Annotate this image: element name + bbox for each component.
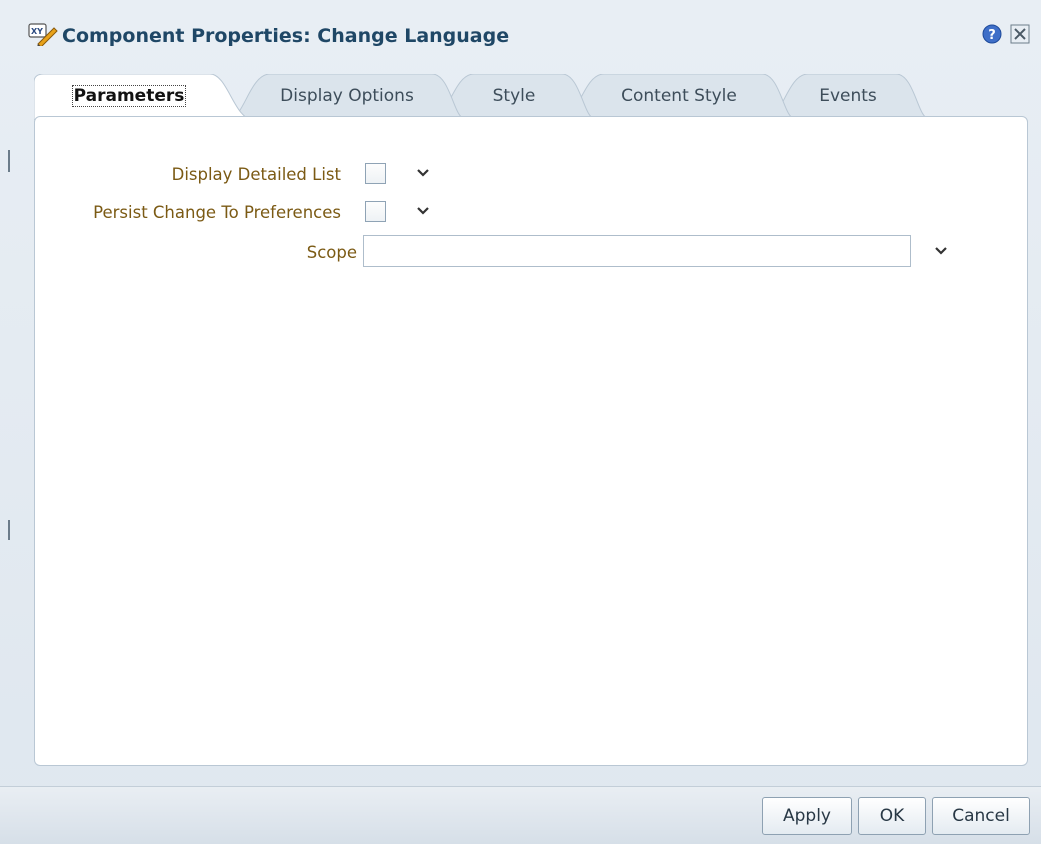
help-icon[interactable]: ? <box>982 24 1002 44</box>
ok-button[interactable]: OK <box>858 797 926 835</box>
title-bar: XY Component Properties: Change Language… <box>22 12 1041 58</box>
apply-button[interactable]: Apply <box>762 797 852 835</box>
tab-content-style[interactable]: Content Style <box>564 74 794 118</box>
close-icon[interactable] <box>1010 24 1030 44</box>
cancel-button[interactable]: Cancel <box>932 797 1030 835</box>
edge-artifact <box>8 150 10 172</box>
edit-properties-icon: XY <box>28 23 58 46</box>
display-detailed-list-label: Display Detailed List <box>171 165 341 184</box>
persist-change-row: Persist Change To Preferences <box>35 199 1027 225</box>
scope-row: Scope <box>35 239 365 265</box>
display-detailed-list-row: Display Detailed List <box>35 161 1027 187</box>
chevron-down-icon[interactable] <box>415 165 431 181</box>
scope-input[interactable] <box>363 235 911 267</box>
svg-text:XY: XY <box>31 27 43 36</box>
edge-artifact <box>8 520 10 540</box>
tab-display-options[interactable]: Display Options <box>230 74 464 118</box>
component-properties-dialog: XY Component Properties: Change Language… <box>0 0 1041 844</box>
tab-parameters[interactable]: Parameters <box>34 74 254 120</box>
chevron-down-icon[interactable] <box>415 203 431 219</box>
tab-parameters-label: Parameters <box>71 85 187 107</box>
persist-change-checkbox[interactable] <box>365 201 386 222</box>
chevron-down-icon[interactable] <box>933 243 949 259</box>
parameters-panel: Display Detailed List Persist Change To … <box>34 116 1028 766</box>
tab-bar: Events Content Style Style Display Optio… <box>34 74 1028 120</box>
svg-text:?: ? <box>988 28 996 43</box>
scope-label: Scope <box>306 243 357 262</box>
dialog-footer: Apply OK Cancel <box>0 786 1041 844</box>
persist-change-label: Persist Change To Preferences <box>93 203 341 222</box>
dialog-title: Component Properties: Change Language <box>62 25 510 47</box>
display-detailed-list-checkbox[interactable] <box>365 163 386 184</box>
